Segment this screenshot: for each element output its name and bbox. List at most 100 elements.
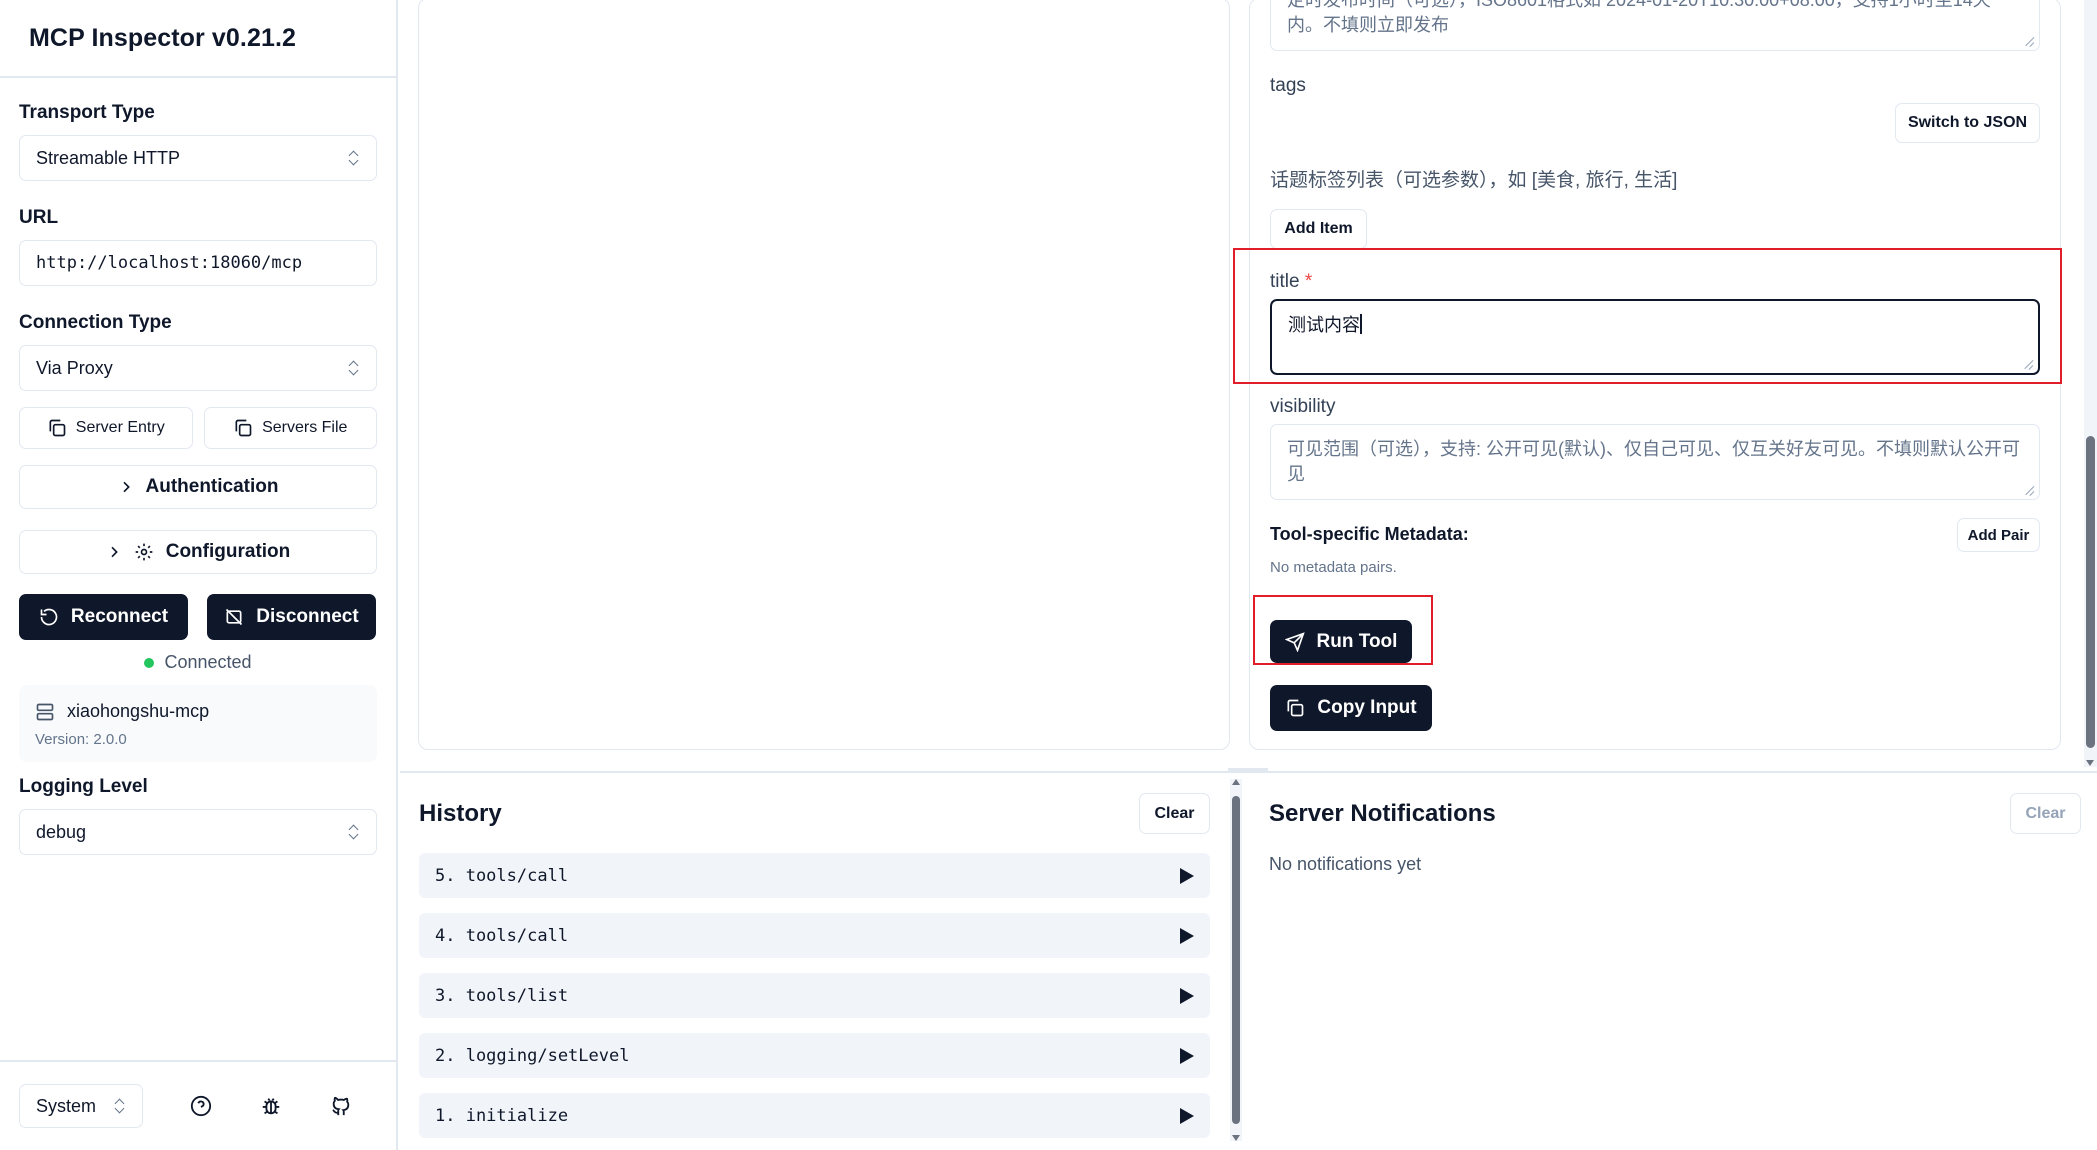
run-tool-highlight-box <box>1253 595 1433 665</box>
history-scrollbar[interactable] <box>1230 779 1242 1141</box>
connection-type-value: Via Proxy <box>36 357 113 378</box>
copy-input-button[interactable]: Copy Input <box>1270 685 1432 731</box>
history-item-label: 4. tools/call <box>435 925 569 946</box>
visibility-label: visibility <box>1270 396 1336 417</box>
copy-icon <box>1287 699 1304 717</box>
history-item[interactable]: 3. tools/list <box>419 973 1210 1018</box>
history-item[interactable]: 4. tools/call <box>419 913 1210 958</box>
servers-file-label: Servers File <box>262 419 348 436</box>
theme-select[interactable]: System <box>19 1084 143 1128</box>
history-item-label: 5. tools/call <box>435 865 569 886</box>
visibility-placeholder: 可见范围（可选），支持: 公开可见(默认)、仅自己可见、仅互关好友可见。不填则默… <box>1287 439 2020 484</box>
authentication-label: Authentication <box>145 476 279 497</box>
disconnect-button[interactable]: Disconnect <box>207 594 376 640</box>
schedule-text: 定时发布时间（可选），ISO8601格式如 2024-01-20T10:30:0… <box>1287 0 1991 35</box>
copy-input-label: Copy Input <box>1317 697 1417 718</box>
notifications-title: Server Notifications <box>1269 800 1496 827</box>
sidebar: MCP Inspector v0.21.2 Transport Type Str… <box>0 0 398 1150</box>
panel-resize-handle[interactable] <box>1228 768 1268 771</box>
play-triangle-icon <box>1180 927 1194 944</box>
notifications-clear-button[interactable]: Clear <box>2010 793 2081 834</box>
unplug-icon <box>226 608 243 626</box>
server-entry-label: Server Entry <box>75 419 165 436</box>
history-scrollbar-thumb[interactable] <box>1232 796 1240 1124</box>
history-item[interactable]: 1. initialize <box>419 1093 1210 1138</box>
resize-grip-icon <box>2025 36 2035 46</box>
theme-value: System <box>36 1095 97 1116</box>
logging-level-select[interactable]: debug <box>19 809 377 855</box>
history-clear-button[interactable]: Clear <box>1139 793 1210 834</box>
reconnect-button[interactable]: Reconnect <box>19 594 188 640</box>
status-dot <box>144 657 155 668</box>
play-triangle-icon <box>1180 1047 1194 1064</box>
resize-grip-icon <box>2025 485 2035 495</box>
add-item-label: Add Item <box>1284 220 1353 237</box>
server-info-card: xiaohongshu-mcp Version: 2.0.0 <box>19 685 377 762</box>
connection-type-select[interactable]: Via Proxy <box>19 345 377 391</box>
server-name: xiaohongshu-mcp <box>67 701 210 721</box>
authentication-toggle[interactable]: Authentication <box>19 465 377 509</box>
copy-icon <box>235 419 252 437</box>
chevron-up-down-icon <box>348 150 360 166</box>
scroll-up-arrow-icon[interactable] <box>1232 779 1240 785</box>
add-pair-label: Add Pair <box>1967 526 2030 544</box>
url-input[interactable]: http://localhost:18060/mcp <box>19 240 377 286</box>
play-triangle-icon <box>1180 987 1194 1004</box>
history-item[interactable]: 2. logging/setLevel <box>419 1033 1210 1078</box>
gear-icon <box>135 543 153 561</box>
history-item-label: 3. tools/list <box>435 985 569 1006</box>
logging-level-label: Logging Level <box>19 776 148 797</box>
chevron-right-icon <box>111 546 118 558</box>
play-triangle-icon <box>1180 1107 1194 1124</box>
sidebar-header: MCP Inspector v0.21.2 <box>0 0 396 78</box>
github-button[interactable] <box>318 1084 364 1128</box>
connection-status: Connected <box>19 652 377 673</box>
app-title: MCP Inspector v0.21.2 <box>29 23 297 52</box>
url-label: URL <box>19 207 59 228</box>
github-icon <box>332 1096 350 1116</box>
tags-label: tags <box>1270 75 1306 96</box>
history-item-label: 1. initialize <box>435 1105 569 1126</box>
switch-to-json-label: Switch to JSON <box>1907 114 2028 131</box>
chevron-up-down-icon <box>348 824 360 840</box>
switch-to-json-button[interactable]: Switch to JSON <box>1895 103 2040 143</box>
schedule-textarea[interactable]: 定时发布时间（可选），ISO8601格式如 2024-01-20T10:30:0… <box>1270 0 2040 51</box>
scroll-down-arrow-icon[interactable] <box>2086 760 2094 766</box>
page-scrollbar[interactable] <box>2084 0 2097 767</box>
disconnect-label: Disconnect <box>256 606 359 627</box>
bug-icon <box>262 1098 280 1115</box>
configuration-label: Configuration <box>165 541 291 562</box>
logging-level-value: debug <box>36 821 87 842</box>
copy-icon <box>49 419 66 437</box>
history-item-label: 2. logging/setLevel <box>435 1045 630 1066</box>
transport-type-select[interactable]: Streamable HTTP <box>19 135 377 181</box>
help-button[interactable] <box>178 1084 224 1128</box>
server-icon <box>36 703 54 720</box>
scroll-down-arrow-icon[interactable] <box>1232 1135 1240 1141</box>
add-item-button[interactable]: Add Item <box>1270 209 1367 249</box>
server-version: Version: 2.0.0 <box>35 731 127 748</box>
page-scrollbar-thumb[interactable] <box>2086 436 2095 748</box>
debug-button[interactable] <box>248 1084 294 1128</box>
visibility-textarea[interactable]: 可见范围（可选），支持: 公开可见(默认)、仅自己可见、仅互关好友可见。不填则默… <box>1270 424 2040 500</box>
title-highlight-box <box>1233 248 2062 384</box>
connection-type-label: Connection Type <box>19 312 172 333</box>
configuration-toggle[interactable]: Configuration <box>19 530 377 574</box>
chevron-up-down-icon <box>348 360 360 376</box>
no-metadata-text: No metadata pairs. <box>1270 559 1397 576</box>
transport-type-value: Streamable HTTP <box>36 147 181 168</box>
status-text: Connected <box>164 652 252 672</box>
server-entry-button[interactable]: Server Entry <box>19 407 193 449</box>
metadata-label: Tool-specific Metadata: <box>1270 524 1469 544</box>
history-item[interactable]: 5. tools/call <box>419 853 1210 898</box>
add-pair-button[interactable]: Add Pair <box>1957 518 2040 552</box>
sidebar-footer: System <box>0 1060 396 1150</box>
chevron-right-icon <box>122 481 130 493</box>
reconnect-label: Reconnect <box>70 606 169 627</box>
tags-description: 话题标签列表（可选参数），如 [美食, 旅行, 生活] <box>1270 170 1678 191</box>
notifications-empty-text: No notifications yet <box>1269 854 1422 874</box>
bottom-panels: History Clear 5. tools/call 4. tools/cal… <box>400 768 2097 1150</box>
servers-file-button[interactable]: Servers File <box>203 407 377 449</box>
notifications-clear-label: Clear <box>2025 804 2066 822</box>
history-title: History <box>419 800 502 827</box>
